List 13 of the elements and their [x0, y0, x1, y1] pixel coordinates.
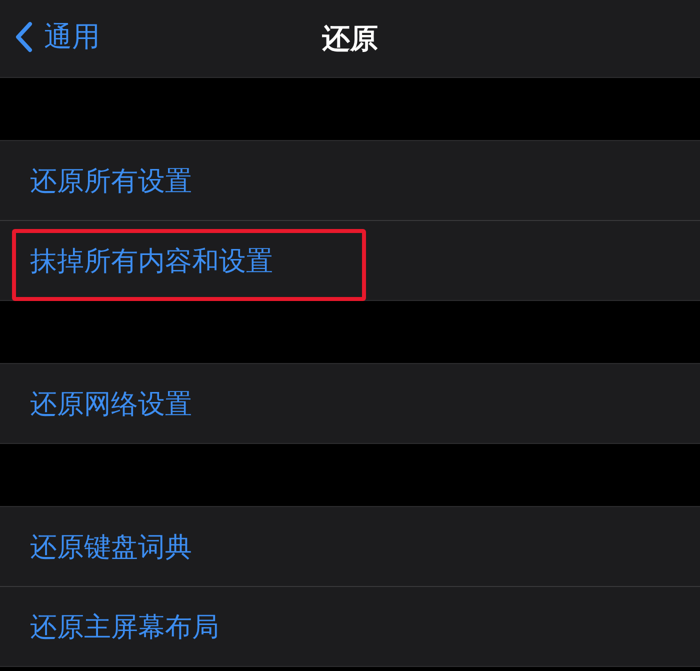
back-button[interactable]: 通用: [14, 18, 100, 56]
settings-row[interactable]: 还原主屏幕布局: [0, 586, 700, 666]
settings-row[interactable]: 抹掉所有内容和设置: [0, 220, 700, 300]
row-label: 还原键盘词典: [30, 530, 192, 564]
chevron-left-icon: [14, 21, 34, 53]
screen-title: 还原: [322, 20, 378, 56]
row-label: 抹掉所有内容和设置: [30, 244, 273, 278]
row-label: 还原主屏幕布局: [30, 610, 219, 644]
row-label: 还原所有设置: [30, 164, 192, 198]
settings-row[interactable]: 还原键盘词典: [0, 507, 700, 586]
settings-row[interactable]: 还原所有设置: [0, 141, 700, 220]
settings-row[interactable]: 还原网络设置: [0, 364, 700, 443]
row-label: 还原网络设置: [30, 388, 192, 422]
